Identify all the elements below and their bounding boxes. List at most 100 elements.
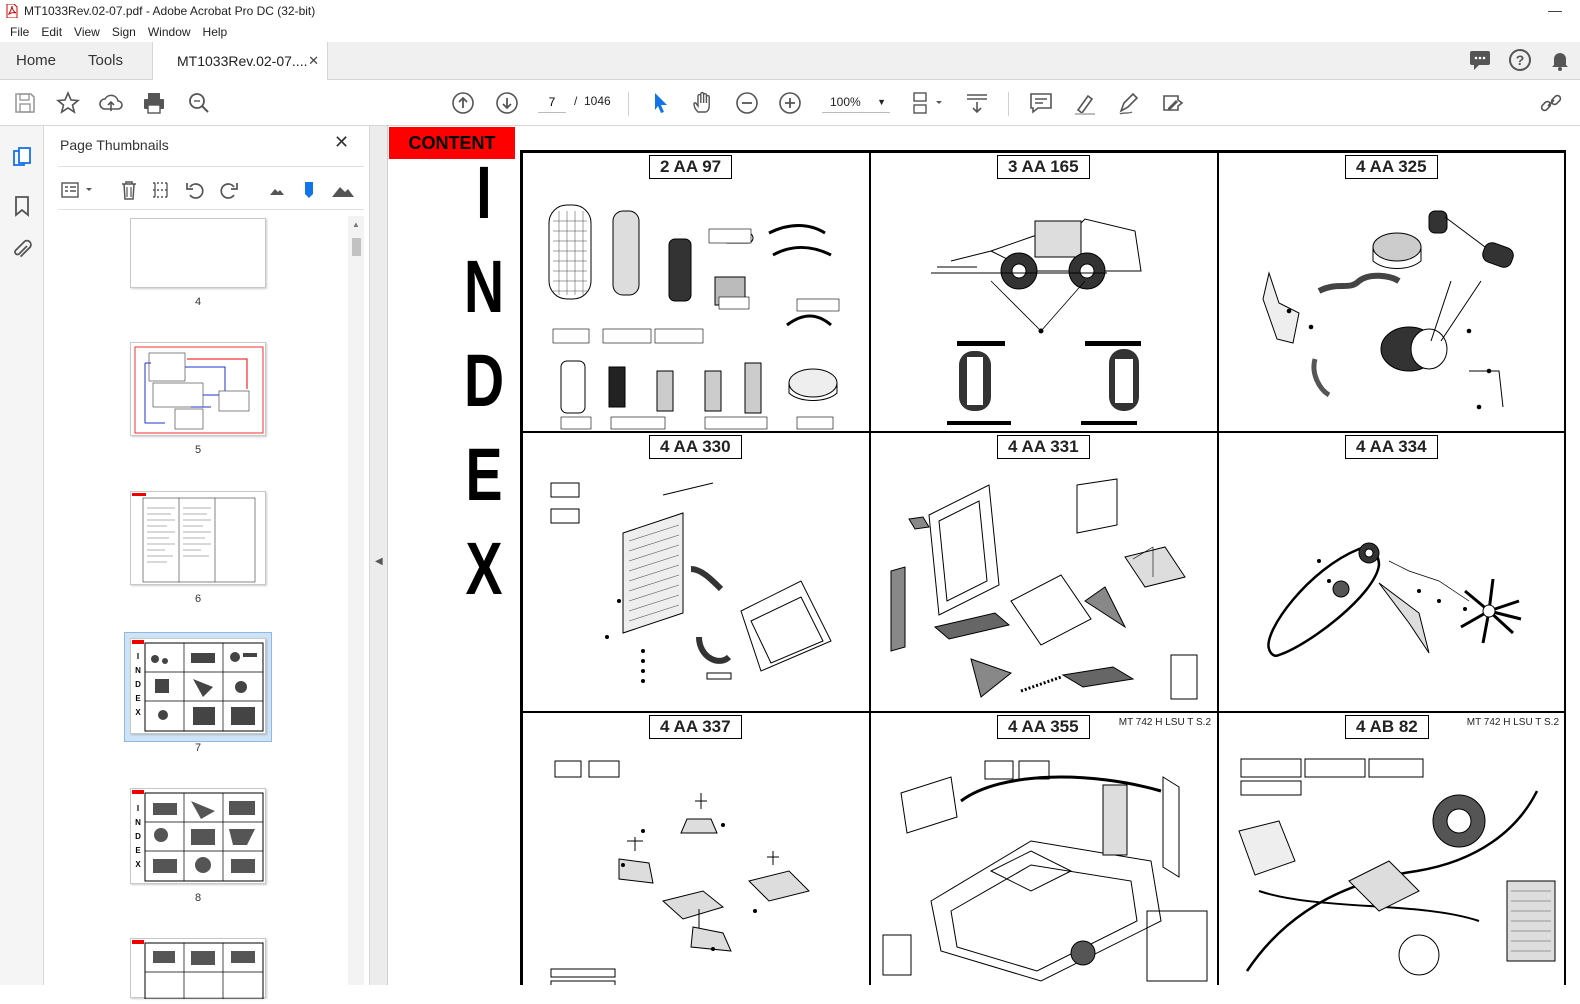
comment-icon[interactable] [1028,90,1054,116]
svg-text:E: E [135,694,141,703]
menu-view[interactable]: View [68,25,106,39]
save-icon[interactable] [12,90,38,116]
menu-window[interactable]: Window [142,25,197,39]
telehandler-machine-drawing [931,218,1142,425]
next-page-icon[interactable] [494,90,520,116]
document-view[interactable]: CONTENT I N D E X 2 AA 97 3 AA 165 4 AA … [388,126,1580,985]
small-thumbnails-icon[interactable] [266,179,288,201]
thumbnail-page-9[interactable] [130,938,266,1000]
page-separator: / [574,94,578,108]
attachment-icon[interactable] [10,238,34,262]
thumbnail-label: 4 [194,296,202,308]
thumbnail-options-icon[interactable] [60,179,94,201]
hand-tool-icon[interactable] [690,90,716,116]
cell-model-note: MT 742 H LSU T S.2 [1118,717,1211,728]
rotate-right-icon[interactable] [218,179,240,201]
thumbnail-preview [134,346,264,434]
scrollbar-thumb[interactable] [352,238,361,256]
svg-text:D: D [135,832,141,841]
minimize-button[interactable]: — [1548,2,1562,18]
engine-mounts-drawing [550,760,810,985]
index-letter: E [465,433,503,516]
star-icon[interactable] [55,90,81,116]
bookmark-icon[interactable] [10,194,34,218]
zoom-dropdown[interactable]: 100% ▼ [822,91,890,113]
insert-pages-icon[interactable] [150,179,172,201]
index-cell-filters[interactable]: 2 AA 97 [522,152,870,432]
highlighter-icon[interactable] [1072,90,1098,116]
panel-title: Page Thumbnails [60,137,169,153]
index-letter: N [463,245,505,328]
menu-sign[interactable]: Sign [106,25,142,39]
stamp-edit-icon[interactable] [1160,90,1186,116]
select-cursor-icon[interactable] [648,90,674,116]
tab-home[interactable]: Home [16,42,56,80]
thumbnail-label: 6 [194,593,202,605]
help-icon[interactable]: ? [1508,48,1532,72]
thumbnail-page-8[interactable]: I N D E X [130,788,266,884]
menu-file[interactable]: File [4,25,35,39]
thumbnail-scrollbar[interactable]: ▲ [348,216,364,985]
upload-cloud-icon[interactable] [98,90,124,116]
hydraulics-drawing [1238,758,1556,976]
previous-page-icon[interactable] [450,90,476,116]
page-thumbnails-icon[interactable] [10,146,34,170]
scroll-mode-icon[interactable] [964,90,990,116]
close-panel-icon[interactable]: ✕ [334,132,349,153]
menu-edit[interactable]: Edit [35,25,68,39]
cell-code: 4 AB 82 [1345,715,1429,739]
svg-text:D: D [135,680,141,689]
search-zoom-icon[interactable] [186,90,212,116]
index-cell-hydraulics[interactable]: 4 AB 82 MT 742 H LSU T S.2 [1218,712,1566,985]
index-cell-machine[interactable]: 3 AA 165 [870,152,1218,432]
index-cell-panels[interactable]: 4 AA 331 [870,432,1218,712]
chassis-wiring-drawing [882,760,1208,982]
page-layout-icon[interactable] [910,90,946,116]
index-cell-radiator[interactable]: 4 AA 330 [522,432,870,712]
thumbnail-page-5[interactable] [130,342,266,436]
index-letter: D [463,339,505,422]
collapse-panel-icon[interactable]: ◀ [375,556,383,567]
close-tab-icon[interactable]: ✕ [308,42,319,80]
comment-bubble-icon[interactable] [1468,48,1492,72]
radiator-drawing [550,482,832,683]
toolbar-divider [628,92,629,116]
thumbnail-page-4[interactable] [130,218,266,288]
rotate-left-icon[interactable] [184,179,206,201]
thumbnail-size-slider-icon[interactable] [298,179,320,201]
top-right-icons: ? [1468,48,1572,72]
index-cell-air-filter[interactable]: 4 AA 325 [1218,152,1566,432]
thumbnail-page-7[interactable]: I N D E X [130,638,266,734]
thumbnail-preview: I N D E X [132,640,264,732]
scroll-up-icon[interactable]: ▲ [352,220,360,229]
menu-help[interactable]: Help [197,25,234,39]
thumbnail-page-6[interactable] [130,491,266,585]
draw-pen-icon[interactable] [1116,90,1142,116]
index-cell-chassis-wiring[interactable]: 4 AA 355 MT 742 H LSU T S.2 [870,712,1218,985]
share-link-icon[interactable] [1538,90,1564,116]
panel-collapse-strip[interactable]: ◀ [370,126,388,985]
thumbnail-preview [132,940,264,1000]
svg-text:I: I [137,652,139,661]
page-thumbnails-panel: Page Thumbnails ✕ 4 5 6 I N D E X 7 I N … [44,126,370,1000]
page-number-input[interactable] [538,91,566,113]
cell-code: 4 AA 337 [649,715,742,739]
bell-icon[interactable] [1548,48,1572,72]
thumbnail-preview [132,493,256,583]
chevron-down-icon: ▼ [877,97,886,107]
tab-document[interactable]: MT1033Rev.02-07.... ✕ [152,42,328,81]
total-pages: 1046 [584,94,611,108]
zoom-in-icon[interactable] [777,90,803,116]
index-cell-fan-belt[interactable]: 4 AA 334 [1218,432,1566,712]
document-tab-label: MT1033Rev.02-07.... [177,53,308,69]
zoom-out-icon[interactable] [734,90,760,116]
trash-icon[interactable] [118,179,140,201]
tab-tools[interactable]: Tools [88,42,123,80]
index-cell-engine-mounts[interactable]: 4 AA 337 [522,712,870,985]
index-letter: I [476,151,492,234]
large-thumbnails-icon[interactable] [330,179,356,201]
cell-code: 4 AA 355 [997,715,1090,739]
filters-parts-drawing [548,204,840,430]
svg-text:N: N [135,666,141,675]
print-icon[interactable] [141,90,167,116]
